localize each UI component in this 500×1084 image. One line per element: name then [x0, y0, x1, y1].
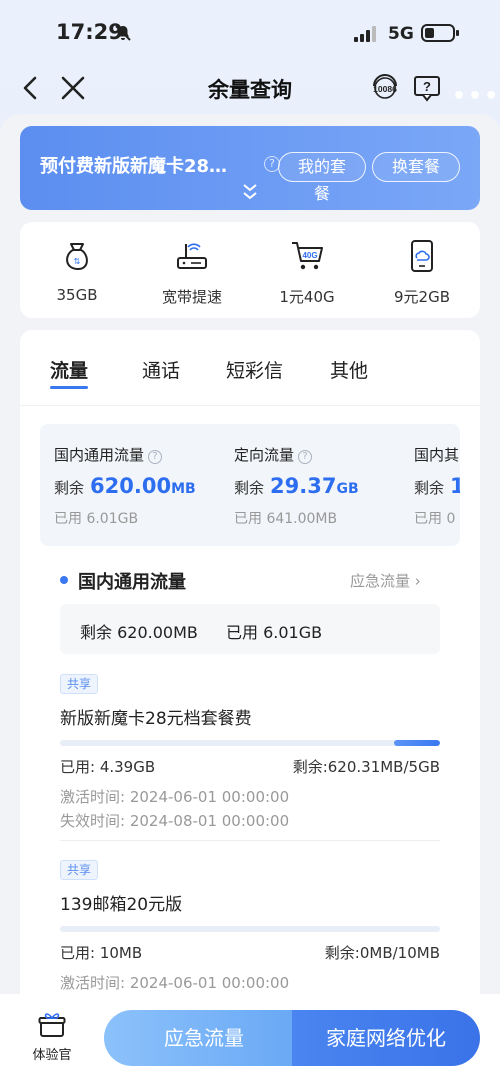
customer-service-icon[interactable]: 10086 — [368, 72, 402, 104]
quick-label: 宽带提速 — [161, 288, 222, 306]
emergency-data-button[interactable]: 应急流量 — [104, 1010, 304, 1066]
plan-banner[interactable]: 预付费新版新魔卡28… ? 我的套餐 换套餐 — [20, 126, 480, 210]
summary-title: 定向流量 — [234, 446, 295, 464]
remain-value: 1 — [450, 474, 460, 498]
remain-value: 620.00 — [90, 474, 172, 498]
help-icon[interactable]: ? — [412, 74, 442, 102]
summary-domestic[interactable]: 国内通用流量? 剩余 620.00MB 已用 6.01GB — [40, 424, 220, 546]
money-bag-icon: ⇅ — [59, 238, 95, 274]
quick-item-40g[interactable]: 40G 1元40G — [257, 238, 357, 307]
svg-text:⇅: ⇅ — [74, 257, 81, 266]
remain-unit: GB — [336, 481, 359, 497]
summary-directed[interactable]: 定向流量? 剩余 29.37GB 已用 641.00MB — [220, 424, 400, 546]
signal-icon — [354, 26, 380, 42]
status-bar: 17:29 5G — [0, 0, 500, 68]
quick-item-35gb[interactable]: ⇅ 35GB — [27, 238, 127, 304]
used-total: 已用 6.01GB — [226, 623, 323, 642]
quick-item-9yuan[interactable]: 9元2GB — [372, 238, 472, 307]
nav-bar: 余量查询 10086 ? ••• — [0, 68, 500, 112]
svg-text:?: ? — [423, 79, 431, 94]
help-icon[interactable]: ? — [148, 450, 163, 464]
trial-label: 体验官 — [32, 1048, 72, 1063]
summary-other[interactable]: 国内其 剩余 1 已用 0 — [400, 424, 460, 546]
summary-title: 国内通用流量 — [54, 446, 145, 464]
remain-label: 剩余 — [54, 479, 85, 497]
network-type: 5G — [388, 24, 414, 44]
section-dot — [60, 576, 68, 584]
quick-label: 1元40G — [279, 288, 335, 306]
mute-bell-icon — [114, 24, 132, 46]
package-left: 剩余:0MB/10MB — [324, 944, 440, 962]
usage-progress-bar — [60, 926, 440, 932]
usage-summary: 国内通用流量? 剩余 620.00MB 已用 6.01GB 定向流量? 剩余 29.… — [40, 424, 460, 546]
phone-cloud-icon — [404, 238, 440, 274]
shared-tag: 共享 — [60, 674, 99, 694]
emergency-data-link[interactable]: 应急流量 › — [350, 570, 421, 591]
remain-label: 剩余 — [414, 479, 445, 497]
gift-box-icon — [38, 1012, 66, 1038]
svg-text:40G: 40G — [302, 251, 317, 260]
package-name: 139邮箱20元版 — [60, 895, 183, 915]
quick-label: 35GB — [56, 286, 98, 304]
package-name: 新版新魔卡28元档套餐费 — [60, 709, 252, 729]
quick-services: ⇅ 35GB 宽带提速 40G 1元40G 9元2GB — [20, 222, 480, 318]
usage-card: 流量 通话 短彩信 其他 国内通用流量? 剩余 620.00MB 已用 6.01G… — [20, 330, 480, 1030]
shared-tag: 共享 — [60, 860, 99, 880]
activation-time: 激活时间: 2024-06-01 00:00:00 — [60, 788, 290, 806]
tab-calls[interactable]: 通话 — [142, 356, 180, 383]
package-item: 共享 新版新魔卡28元档套餐费 已用: 4.39GB 剩余:620.31MB/5… — [60, 674, 440, 844]
my-plan-button[interactable]: 我的套餐 — [278, 152, 366, 203]
remain-unit: MB — [171, 481, 196, 497]
emergency-link-label: 应急流量 — [350, 572, 411, 590]
tab-data[interactable]: 流量 — [50, 356, 88, 383]
quick-item-broadband[interactable]: 宽带提速 — [142, 238, 242, 307]
more-icon[interactable]: ••• — [452, 84, 500, 109]
package-left: 剩余:620.31MB/5GB — [292, 758, 440, 776]
used-value: 已用 0 — [414, 511, 456, 527]
plan-name: 预付费新版新魔卡28… — [40, 156, 228, 177]
expand-chevron-icon[interactable] — [241, 182, 259, 202]
bottom-action-bar: 体验官 应急流量 家庭网络优化 — [0, 994, 500, 1084]
router-icon — [174, 238, 210, 274]
remain-value: 29.37 — [270, 474, 337, 498]
family-network-button[interactable]: 家庭网络优化 — [292, 1010, 480, 1066]
quick-label: 9元2GB — [393, 288, 450, 306]
package-used: 已用: 10MB — [60, 944, 143, 962]
tab-other[interactable]: 其他 — [330, 356, 368, 383]
usage-progress-bar — [60, 740, 440, 746]
tab-sms[interactable]: 短彩信 — [226, 356, 283, 383]
usage-progress-fill — [394, 740, 440, 746]
used-value: 已用 641.00MB — [234, 511, 338, 527]
package-used: 已用: 4.39GB — [60, 758, 156, 776]
status-time: 17:29 — [56, 20, 123, 44]
summary-title: 国内其 — [414, 446, 460, 464]
section-title: 国内通用流量 — [78, 572, 186, 593]
service-number: 10086 — [373, 84, 397, 94]
activation-time: 激活时间: 2024-06-01 00:00:00 — [60, 974, 290, 992]
remain-label: 剩余 — [234, 479, 265, 497]
usage-tabs: 流量 通话 短彩信 其他 — [20, 330, 480, 406]
help-icon[interactable]: ? — [298, 450, 313, 464]
expiration-time: 失效时间: 2024-08-01 00:00:00 — [60, 812, 290, 830]
change-plan-button[interactable]: 换套餐 — [372, 152, 460, 182]
trial-officer-button[interactable]: 体验官 — [26, 1012, 78, 1063]
divider — [60, 840, 440, 841]
used-value: 已用 6.01GB — [54, 511, 139, 527]
battery-icon — [421, 24, 459, 42]
cart-40g-icon: 40G — [289, 238, 325, 274]
chevron-right-icon: › — [414, 572, 421, 590]
active-tab-indicator — [50, 386, 88, 389]
remain-summary-box: 剩余 620.00MB 已用 6.01GB — [60, 604, 440, 654]
remain-total: 剩余 620.00MB — [80, 623, 198, 642]
